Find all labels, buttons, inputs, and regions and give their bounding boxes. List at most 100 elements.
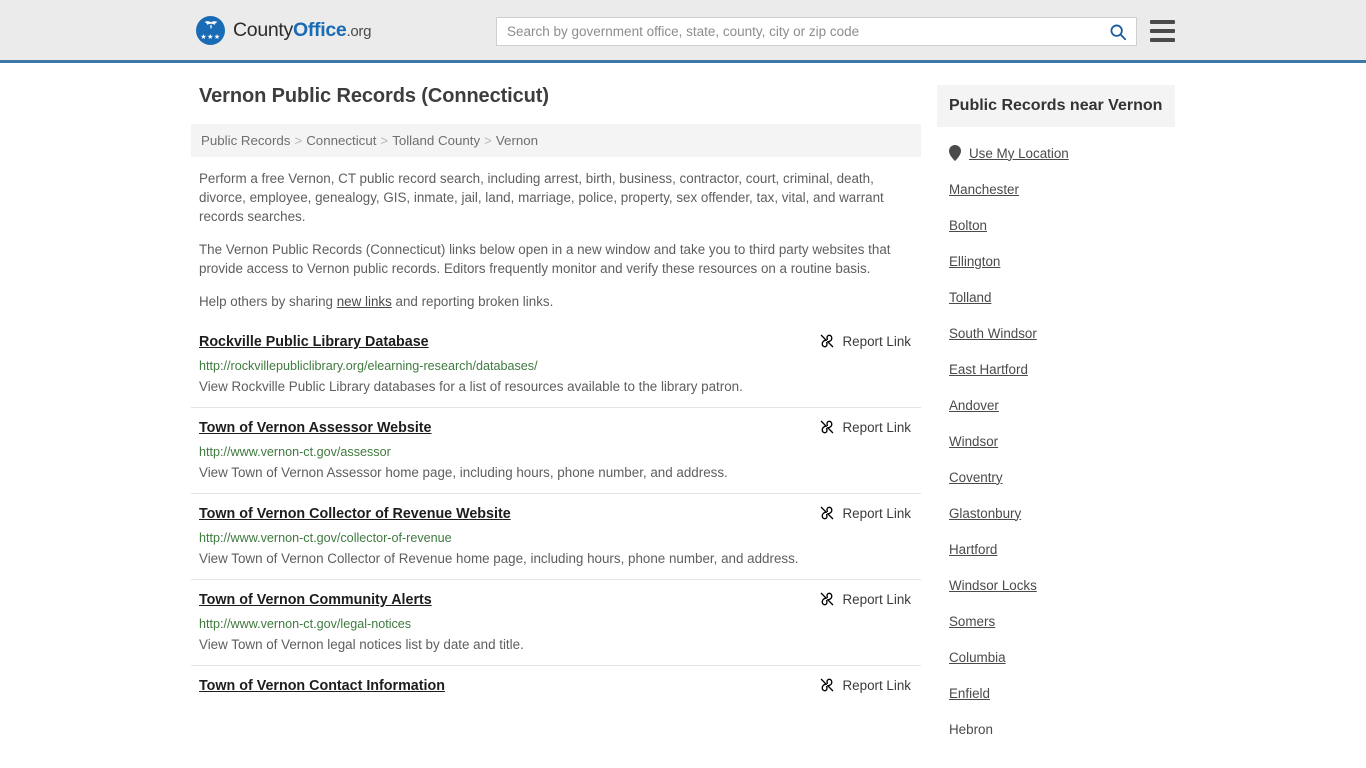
sidebar-link[interactable]: Glastonbury <box>949 506 1021 521</box>
report-link-button[interactable]: Report Link <box>819 677 911 693</box>
sidebar-item-hartford[interactable]: Hartford <box>949 531 1163 567</box>
record-link-url[interactable]: http://rockvillepubliclibrary.org/elearn… <box>199 359 921 373</box>
sidebar-link[interactable]: Windsor <box>949 434 998 449</box>
brand-wordmark: CountyOffice.org <box>233 19 371 42</box>
record-link-item: Town of Vernon Collector of Revenue Webs… <box>191 493 921 579</box>
sidebar-item-bolton[interactable]: Bolton <box>949 207 1163 243</box>
broken-link-icon <box>820 420 833 434</box>
breadcrumb-separator-1: > <box>294 133 303 148</box>
sidebar-item-glastonbury[interactable]: Glastonbury <box>949 495 1163 531</box>
search-icon <box>1110 24 1127 40</box>
record-link-description: View Town of Vernon Collector of Revenue… <box>199 551 799 566</box>
sidebar-link[interactable]: Bolton <box>949 218 987 233</box>
sidebar-link[interactable]: Coventry <box>949 470 1003 485</box>
report-link-label: Report Link <box>842 505 911 521</box>
record-link-description: View Town of Vernon Assessor home page, … <box>199 465 728 480</box>
sidebar-item-manchester[interactable]: Manchester <box>949 171 1163 207</box>
broken-link-icon <box>820 506 833 520</box>
intro-paragraph-1: Perform a free Vernon, CT public record … <box>199 171 884 224</box>
breadcrumb-separator-2: > <box>380 133 389 148</box>
report-link-button[interactable]: Report Link <box>819 419 911 435</box>
sidebar-item-hebron[interactable]: Hebron <box>949 711 1163 747</box>
sidebar-item-columbia[interactable]: Columbia <box>949 639 1163 675</box>
sidebar-link[interactable]: Somers <box>949 614 995 629</box>
report-link-button[interactable]: Report Link <box>819 591 911 607</box>
use-my-location-link[interactable]: Use My Location <box>969 146 1069 161</box>
eagle-icon <box>204 20 217 29</box>
record-link-description: View Town of Vernon legal notices list b… <box>199 637 524 652</box>
record-link-title[interactable]: Town of Vernon Contact Information <box>199 678 445 694</box>
record-link-item: Town of Vernon Assessor Website Report L… <box>191 407 921 493</box>
record-link-title[interactable]: Town of Vernon Community Alerts <box>199 592 432 608</box>
breadcrumb-item-vernon[interactable]: Vernon <box>496 133 538 148</box>
hamburger-menu-button[interactable] <box>1150 20 1175 42</box>
record-link-url[interactable]: http://www.vernon-ct.gov/legal-notices <box>199 617 921 631</box>
sidebar-item-windsor[interactable]: Windsor <box>949 423 1163 459</box>
intro-paragraph-2: The Vernon Public Records (Connecticut) … <box>199 242 891 276</box>
new-links-link[interactable]: new links <box>337 294 392 309</box>
brand-part-county: County <box>233 18 293 41</box>
sidebar-link[interactable]: Hartford <box>949 542 997 557</box>
broken-link-icon <box>820 334 833 348</box>
menu-bar-1 <box>1150 20 1175 24</box>
sidebar-place-list: Use My Location Manchester Bolton Elling… <box>937 135 1175 747</box>
page-title: Vernon Public Records (Connecticut) <box>199 85 549 107</box>
breadcrumb-item-public-records[interactable]: Public Records <box>201 133 290 148</box>
sidebar-item-south-windsor[interactable]: South Windsor <box>949 315 1163 351</box>
record-link-item: Town of Vernon Contact Information Repor… <box>191 665 921 705</box>
breadcrumb-item-connecticut[interactable]: Connecticut <box>306 133 376 148</box>
menu-bar-3 <box>1150 38 1175 42</box>
search-button[interactable] <box>1100 18 1136 45</box>
report-link-button[interactable]: Report Link <box>819 333 911 349</box>
sidebar-link[interactable]: Tolland <box>949 290 991 305</box>
sidebar-link[interactable]: Manchester <box>949 182 1019 197</box>
breadcrumb-item-tolland-county[interactable]: Tolland County <box>392 133 480 148</box>
sidebar-link[interactable]: Windsor Locks <box>949 578 1037 593</box>
record-link-item: Town of Vernon Community Alerts Report L… <box>191 579 921 665</box>
help-others-line: Help others by sharing new links and rep… <box>199 292 921 311</box>
help-text-before: Help others by sharing <box>199 294 337 309</box>
sidebar: Public Records near Vernon Use My Locati… <box>937 85 1175 747</box>
record-link-title[interactable]: Town of Vernon Collector of Revenue Webs… <box>199 506 511 522</box>
sidebar-link[interactable]: Columbia <box>949 650 1006 665</box>
report-link-label: Report Link <box>842 591 911 607</box>
sidebar-item-enfield[interactable]: Enfield <box>949 675 1163 711</box>
sidebar-link[interactable]: Enfield <box>949 686 990 701</box>
record-link-url[interactable]: http://www.vernon-ct.gov/assessor <box>199 445 921 459</box>
eagle-seal-logo-icon: ★★★ <box>196 15 225 45</box>
sidebar-item-ellington[interactable]: Ellington <box>949 243 1163 279</box>
record-link-title[interactable]: Rockville Public Library Database <box>199 334 429 350</box>
sidebar-item-coventry[interactable]: Coventry <box>949 459 1163 495</box>
sidebar-link[interactable]: East Hartford <box>949 362 1028 377</box>
search-bar[interactable] <box>496 17 1137 46</box>
sidebar-item-somers[interactable]: Somers <box>949 603 1163 639</box>
broken-link-icon <box>820 678 833 692</box>
report-link-label: Report Link <box>842 677 911 693</box>
sidebar-item-east-hartford[interactable]: East Hartford <box>949 351 1163 387</box>
sidebar-item-windsor-locks[interactable]: Windsor Locks <box>949 567 1163 603</box>
report-link-label: Report Link <box>842 333 911 349</box>
sidebar-item-andover[interactable]: Andover <box>949 387 1163 423</box>
stars-icon: ★★★ <box>200 33 221 41</box>
page-body: Vernon Public Records (Connecticut) Publ… <box>0 63 1366 747</box>
record-link-description: View Rockville Public Library databases … <box>199 379 743 394</box>
record-link-url[interactable]: http://www.vernon-ct.gov/collector-of-re… <box>199 531 921 545</box>
search-input[interactable] <box>497 18 1100 45</box>
sidebar-item-use-my-location[interactable]: Use My Location <box>949 135 1163 171</box>
breadcrumb: Public Records > Connecticut > Tolland Count… <box>191 124 921 157</box>
map-pin-icon <box>949 145 961 161</box>
sidebar-link[interactable]: Andover <box>949 398 999 413</box>
site-logo-link[interactable]: ★★★ CountyOffice.org <box>196 15 371 45</box>
sidebar-title: Public Records near Vernon <box>937 85 1175 127</box>
sidebar-link[interactable]: Ellington <box>949 254 1000 269</box>
content-container: Vernon Public Records (Connecticut) Publ… <box>191 63 1175 747</box>
help-text-after: and reporting broken links. <box>391 294 554 309</box>
sidebar-link[interactable]: South Windsor <box>949 326 1037 341</box>
brand-part-office: Office <box>293 18 347 41</box>
brand-part-org: .org <box>346 22 372 40</box>
report-link-label: Report Link <box>842 419 911 435</box>
record-link-title[interactable]: Town of Vernon Assessor Website <box>199 420 432 436</box>
sidebar-link[interactable]: Hebron <box>949 722 993 737</box>
report-link-button[interactable]: Report Link <box>819 505 911 521</box>
sidebar-item-tolland[interactable]: Tolland <box>949 279 1163 315</box>
